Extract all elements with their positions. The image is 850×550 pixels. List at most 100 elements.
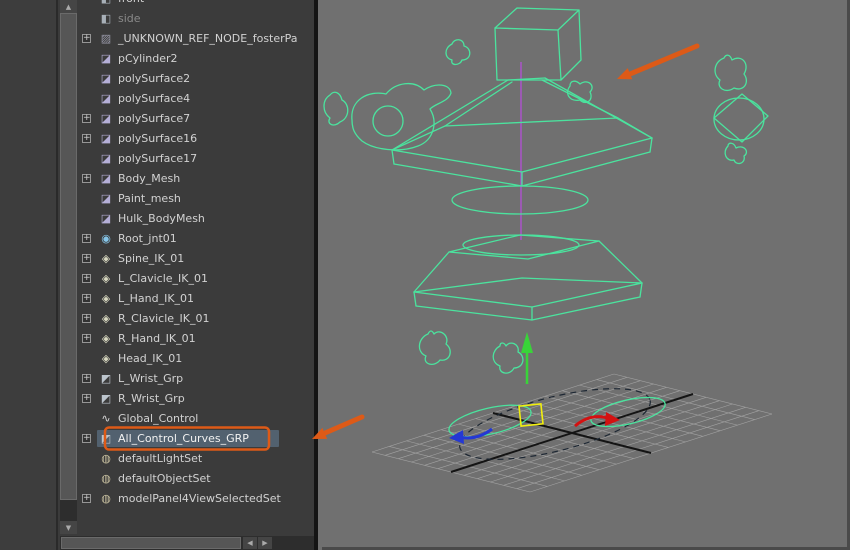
expand-toggle-icon[interactable]: + xyxy=(82,274,91,283)
scroll-down-button[interactable]: ▼ xyxy=(60,521,77,534)
node-label: pCylinder2 xyxy=(118,52,178,65)
expand-toggle-icon[interactable]: + xyxy=(82,134,91,143)
control-blob[interactable] xyxy=(446,40,470,65)
outliner-item-Spine_IK_01[interactable]: + ◈Spine_IK_01 xyxy=(82,248,314,268)
expand-toggle-icon[interactable]: + xyxy=(82,374,91,383)
outliner-item-Root_jnt01[interactable]: + ◉Root_jnt01 xyxy=(82,228,314,248)
ikHandle-icon: ◈ xyxy=(99,252,113,265)
outliner-item-content[interactable]: ◈Spine_IK_01 xyxy=(97,250,190,267)
control-blob[interactable] xyxy=(715,55,746,90)
outliner-item-content[interactable]: ▨_UNKNOWN_REF_NODE_fosterPa xyxy=(97,30,304,47)
outliner-item-L_Hand_IK_01[interactable]: + ◈L_Hand_IK_01 xyxy=(82,288,314,308)
scroll-up-button[interactable]: ▲ xyxy=(60,0,77,13)
expand-toggle-icon[interactable]: + xyxy=(82,494,91,503)
outliner-item-pCylinder2[interactable]: ◪pCylinder2 xyxy=(82,48,314,68)
outliner-item-Global_Control[interactable]: ∿Global_Control xyxy=(82,408,314,428)
outliner-item-R_Clavicle_IK_01[interactable]: + ◈R_Clavicle_IK_01 xyxy=(82,308,314,328)
outliner-item-defaultObjectSet[interactable]: ◍defaultObjectSet xyxy=(82,468,314,488)
outliner-item-content[interactable]: ◈L_Clavicle_IK_01 xyxy=(97,270,214,287)
grid-axis-z xyxy=(493,413,651,453)
outliner-item-content[interactable]: ◧ side xyxy=(97,10,147,27)
outliner-item-L_Wrist_Grp[interactable]: + ◩L_Wrist_Grp xyxy=(82,368,314,388)
outliner-item-Head_IK_01[interactable]: ◈Head_IK_01 xyxy=(82,348,314,368)
vertical-scroll-thumb[interactable] xyxy=(60,13,77,500)
node-label: Body_Mesh xyxy=(118,172,180,185)
node-label: side xyxy=(118,12,141,25)
outliner-item-content[interactable]: ◈L_Hand_IK_01 xyxy=(97,290,200,307)
expand-toggle-icon[interactable]: + xyxy=(82,254,91,263)
outliner-item-polySurface16[interactable]: + ◪polySurface16 xyxy=(82,128,314,148)
outliner-item-Hulk_BodyMesh[interactable]: ◪Hulk_BodyMesh xyxy=(82,208,314,228)
outliner-item-content[interactable]: ◪Paint_mesh xyxy=(97,190,187,207)
node-label: R_Hand_IK_01 xyxy=(118,332,196,345)
outliner-item-All_Control_Curves_GRP[interactable]: + ◩All_Control_Curves_GRP xyxy=(82,428,314,448)
expand-toggle-icon[interactable]: + xyxy=(82,234,91,243)
head-cube-control[interactable] xyxy=(495,8,581,80)
outliner-item-content[interactable]: ◩R_Wrist_Grp xyxy=(97,390,191,407)
outliner-item-content[interactable]: ◪polySurface7 xyxy=(97,110,196,127)
outliner-item-content[interactable]: ◉Root_jnt01 xyxy=(97,230,183,247)
outliner-item-polySurface4[interactable]: ◪polySurface4 xyxy=(82,88,314,108)
camera-icon: ◧ xyxy=(99,12,113,25)
joint-icon: ◉ xyxy=(99,232,113,245)
outliner-item-content[interactable]: ◪polySurface4 xyxy=(97,90,196,107)
outliner-item-content[interactable]: ◧front xyxy=(97,0,150,7)
outliner-item-polySurface2[interactable]: ◪polySurface2 xyxy=(82,68,314,88)
outliner-item-content[interactable]: ◍modelPanel4ViewSelectedSet xyxy=(97,490,287,507)
outliner-item-content[interactable]: ◈R_Hand_IK_01 xyxy=(97,330,202,347)
expand-toggle-icon[interactable]: + xyxy=(82,34,91,43)
control-blob[interactable] xyxy=(493,343,523,373)
horizontal-scroll-thumb[interactable] xyxy=(61,537,241,549)
shoulder-control[interactable] xyxy=(352,84,451,150)
outliner-item-R_Hand_IK_01[interactable]: + ◈R_Hand_IK_01 xyxy=(82,328,314,348)
scroll-right-button[interactable]: ▶ xyxy=(258,537,272,549)
outliner-item-polySurface17[interactable]: ◪polySurface17 xyxy=(82,148,314,168)
outliner-item-content[interactable]: ◈Head_IK_01 xyxy=(97,350,188,367)
outliner-horizontal-scrollbar[interactable]: ◀ ▶ xyxy=(60,536,318,550)
scroll-left-button[interactable]: ◀ xyxy=(243,537,257,549)
outliner-item-polySurface7[interactable]: + ◪polySurface7 xyxy=(82,108,314,128)
outliner-item-Body_Mesh[interactable]: + ◪Body_Mesh xyxy=(82,168,314,188)
waist-circle-control[interactable] xyxy=(452,186,588,214)
outliner-item-content[interactable]: ◍defaultLightSet xyxy=(97,450,208,467)
outliner-item-L_Clavicle_IK_01[interactable]: + ◈L_Clavicle_IK_01 xyxy=(82,268,314,288)
hips-frustum-control[interactable] xyxy=(414,235,642,320)
outliner-item-content[interactable]: ◪polySurface16 xyxy=(97,130,203,147)
outliner-item-content[interactable]: ◪polySurface17 xyxy=(97,150,203,167)
outliner-item-content[interactable]: ◩All_Control_Curves_GRP xyxy=(97,430,279,447)
outliner-item-defaultLightSet[interactable]: ◍defaultLightSet xyxy=(82,448,314,468)
outliner-item-content[interactable]: ◍defaultObjectSet xyxy=(97,470,217,487)
expand-toggle-icon[interactable]: + xyxy=(82,114,91,123)
outliner-item-modelPanel4ViewSelectedSet[interactable]: + ◍modelPanel4ViewSelectedSet xyxy=(82,488,314,508)
outliner-item-content[interactable]: ◪polySurface2 xyxy=(97,70,196,87)
outliner-item-content[interactable]: ∿Global_Control xyxy=(97,410,204,427)
expand-toggle-icon[interactable]: + xyxy=(82,294,91,303)
knee-control-curves[interactable] xyxy=(419,331,523,373)
outliner-item-side[interactable]: ◧ side xyxy=(82,8,314,28)
outer-oval-control-curve[interactable] xyxy=(453,374,656,474)
outliner-item-content[interactable]: ◪pCylinder2 xyxy=(97,50,184,67)
outliner-vertical-scrollbar[interactable]: ▲ ▼ xyxy=(60,0,77,534)
expand-toggle-icon[interactable]: + xyxy=(82,174,91,183)
outliner-item-R_Wrist_Grp[interactable]: + ◩R_Wrist_Grp xyxy=(82,388,314,408)
torso-frustum-control[interactable] xyxy=(392,78,652,186)
control-blob[interactable] xyxy=(725,143,746,163)
expand-toggle-icon[interactable]: + xyxy=(82,434,91,443)
circle-control[interactable] xyxy=(714,98,764,140)
outliner-item-content[interactable]: ◪Body_Mesh xyxy=(97,170,186,187)
outliner-item-content[interactable]: ◪Hulk_BodyMesh xyxy=(97,210,211,227)
expand-toggle-icon[interactable]: + xyxy=(82,394,91,403)
outliner-item-content[interactable]: ◩L_Wrist_Grp xyxy=(97,370,189,387)
control-blob[interactable] xyxy=(324,92,348,125)
outliner-item-_UNKNOWN_REF_NODE_fosterPa[interactable]: + ▨_UNKNOWN_REF_NODE_fosterPa xyxy=(82,28,314,48)
shoulder-ring[interactable] xyxy=(373,106,403,136)
right-foot-control-curve[interactable] xyxy=(588,392,667,432)
expand-toggle-icon[interactable]: + xyxy=(82,314,91,323)
outliner-item-content[interactable]: ◈R_Clavicle_IK_01 xyxy=(97,310,216,327)
outliner-item-Paint_mesh[interactable]: ◪Paint_mesh xyxy=(82,188,314,208)
control-blob[interactable] xyxy=(419,331,450,364)
right-hand-control-group[interactable] xyxy=(714,55,768,163)
expand-toggle-icon[interactable]: + xyxy=(82,334,91,343)
manipulator-arrowhead[interactable] xyxy=(521,332,533,353)
outliner-item-front[interactable]: ◧front xyxy=(82,0,314,8)
